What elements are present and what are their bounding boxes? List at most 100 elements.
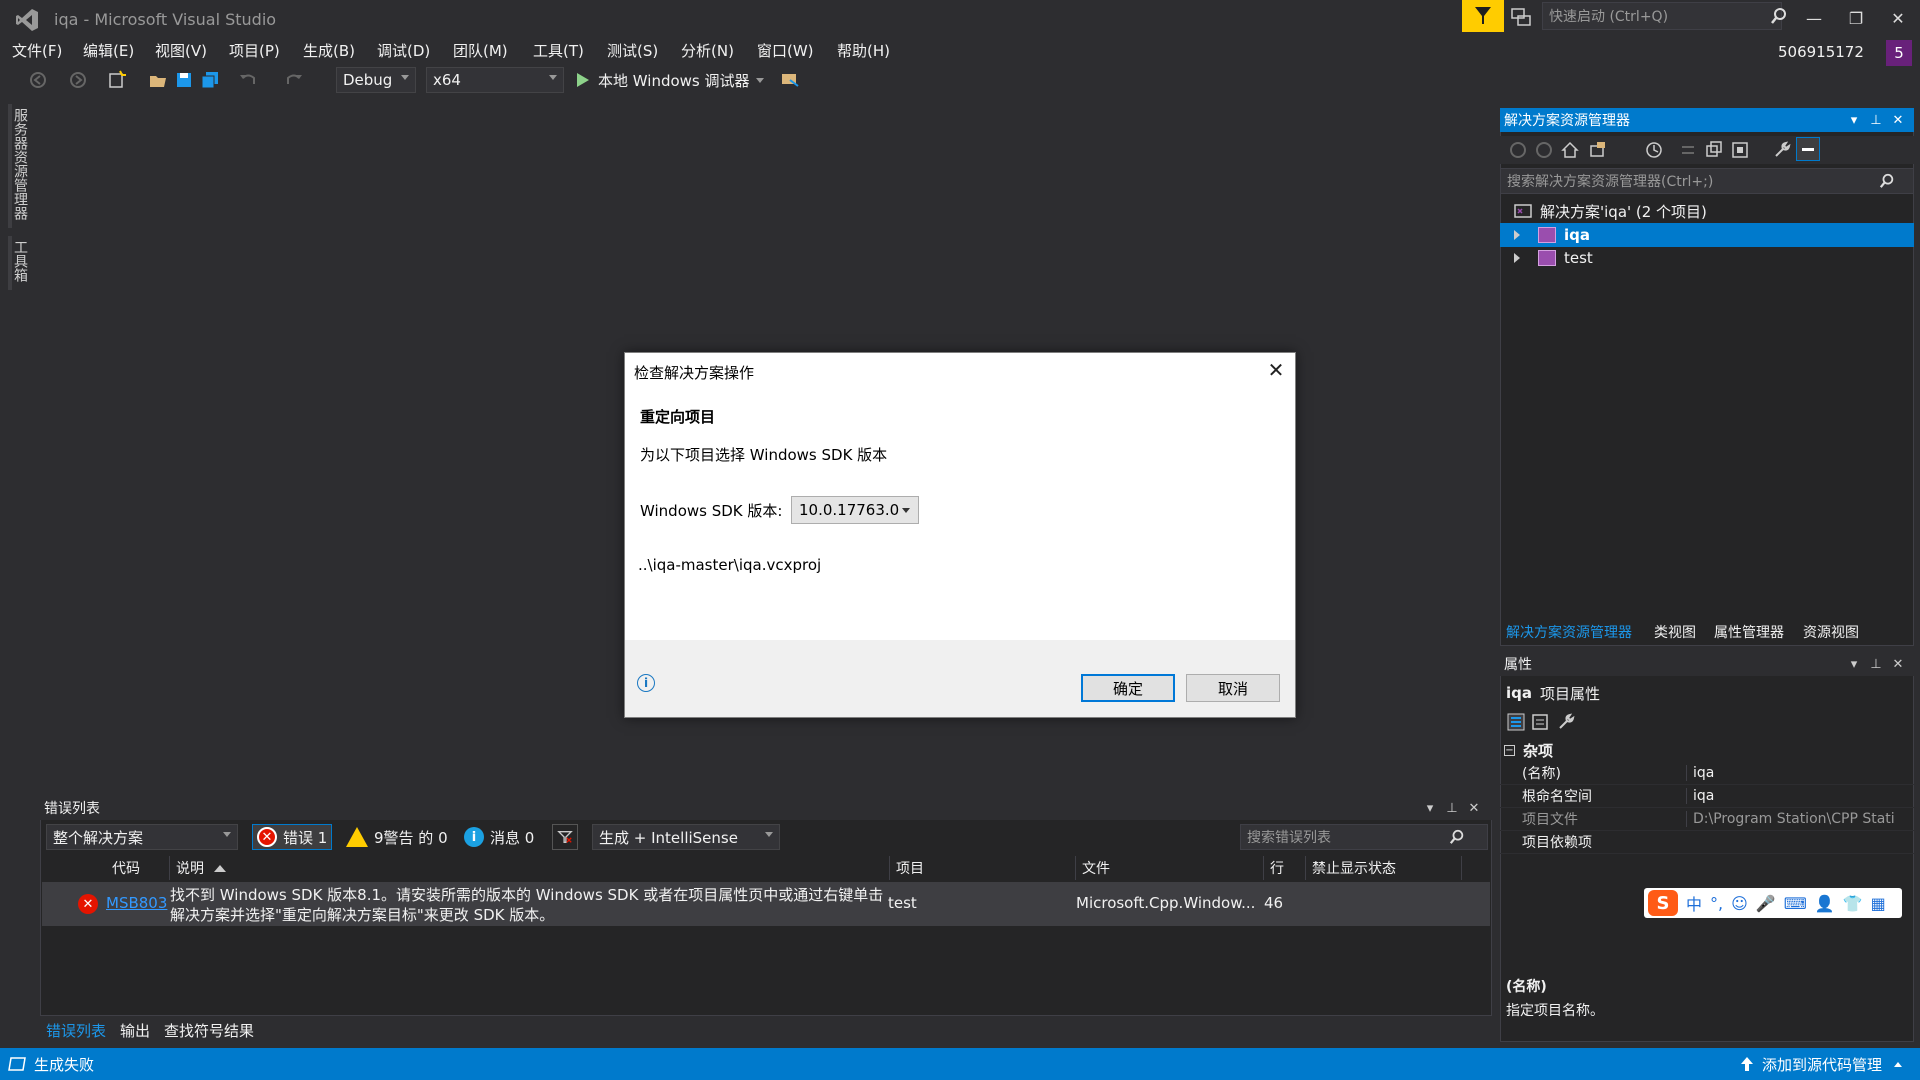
close-icon[interactable]: ✕: [1888, 652, 1908, 676]
property-value[interactable]: iqa: [1686, 765, 1914, 781]
ime-emoji-icon[interactable]: ☺: [1731, 894, 1748, 913]
window-position-icon[interactable]: ▾: [1844, 652, 1864, 676]
tab-output[interactable]: 输出: [120, 1020, 150, 1041]
collapse-all-icon[interactable]: [1704, 140, 1724, 160]
property-category[interactable]: − 杂项: [1504, 740, 1553, 761]
warnings-filter-button[interactable]: 9警告 的 0: [342, 824, 452, 850]
properties-wrench-icon[interactable]: [1772, 140, 1792, 160]
errors-filter-button[interactable]: ✕ 错误 1: [252, 824, 333, 850]
notification-flag-icon[interactable]: [1462, 0, 1504, 32]
tab-class-view[interactable]: 类视图: [1654, 622, 1696, 642]
column-header-suppression[interactable]: 禁止显示状态: [1306, 856, 1462, 880]
ime-toolbox-icon[interactable]: ▦: [1871, 894, 1886, 913]
window-position-icon[interactable]: ▾: [1420, 796, 1440, 820]
server-explorer-tab[interactable]: 服务器资源管理器: [8, 104, 30, 228]
expand-arrow-icon[interactable]: [1514, 253, 1520, 263]
column-header-description[interactable]: 说明: [170, 856, 890, 880]
menu-view[interactable]: 视图(V): [155, 40, 207, 61]
column-header-line[interactable]: 行: [1264, 856, 1306, 880]
error-code-link[interactable]: MSB803: [106, 894, 167, 912]
tab-resource-view[interactable]: 资源视图: [1803, 622, 1859, 642]
pin-icon[interactable]: ⊥: [1442, 796, 1462, 820]
ime-punctuation-icon[interactable]: °,: [1710, 894, 1723, 913]
property-row[interactable]: 项目文件 D:\Program Station\CPP Stati: [1500, 808, 1914, 831]
expand-arrow-icon[interactable]: [1514, 230, 1520, 240]
tab-find-symbol-results[interactable]: 查找符号结果: [164, 1020, 254, 1041]
project-node-iqa[interactable]: iqa: [1500, 223, 1914, 247]
chevron-up-icon[interactable]: [1894, 1062, 1902, 1067]
sogou-logo-icon[interactable]: S: [1648, 890, 1678, 916]
back-icon[interactable]: [1508, 140, 1528, 160]
property-pages-icon[interactable]: [1530, 712, 1550, 732]
quick-launch-input[interactable]: 快速启动 (Ctrl+Q): [1542, 2, 1782, 30]
menu-edit[interactable]: 编辑(E): [83, 40, 134, 61]
ime-keyboard-icon[interactable]: ⌨: [1784, 894, 1807, 913]
menu-help[interactable]: 帮助(H): [837, 40, 890, 61]
error-scope-select[interactable]: 整个解决方案: [46, 824, 238, 850]
menu-test[interactable]: 测试(S): [607, 40, 658, 61]
ime-skin-icon[interactable]: 👕: [1843, 894, 1863, 913]
minimize-button[interactable]: —: [1796, 4, 1832, 32]
dialog-close-button[interactable]: ✕: [1262, 356, 1290, 384]
window-position-icon[interactable]: ▾: [1844, 108, 1864, 132]
tab-solution-explorer[interactable]: 解决方案资源管理器: [1506, 622, 1632, 642]
restore-button[interactable]: ❐: [1838, 4, 1874, 32]
save-all-icon[interactable]: [200, 70, 220, 90]
column-header-project[interactable]: 项目: [890, 856, 1076, 880]
menu-team[interactable]: 团队(M): [453, 40, 508, 61]
open-file-icon[interactable]: [148, 70, 168, 90]
menu-project[interactable]: 项目(P): [229, 40, 280, 61]
undo-icon[interactable]: [238, 70, 258, 90]
navigate-forward-icon[interactable]: [68, 70, 88, 90]
cancel-button[interactable]: 取消: [1186, 674, 1280, 702]
project-node-test[interactable]: test: [1500, 246, 1914, 270]
sdk-version-select[interactable]: 10.0.17763.0: [791, 496, 919, 524]
preview-selected-items-button[interactable]: [1796, 137, 1820, 161]
collapse-icon[interactable]: −: [1504, 745, 1515, 756]
close-window-button[interactable]: ✕: [1880, 4, 1916, 32]
property-value[interactable]: D:\Program Station\CPP Stati: [1686, 811, 1914, 827]
avatar[interactable]: 5: [1886, 40, 1912, 66]
tab-error-list[interactable]: 错误列表: [46, 1020, 106, 1041]
feedback-icon[interactable]: [1510, 6, 1532, 28]
menu-tools[interactable]: 工具(T): [533, 40, 584, 61]
save-icon[interactable]: [174, 70, 194, 90]
property-row[interactable]: 根命名空间 iqa: [1500, 785, 1914, 808]
categorized-icon[interactable]: [1506, 712, 1526, 732]
home-icon[interactable]: [1560, 140, 1580, 160]
start-debugging-button[interactable]: 本地 Windows 调试器: [576, 67, 764, 93]
switch-views-icon[interactable]: [1588, 140, 1608, 160]
user-account[interactable]: 506915172: [1778, 43, 1864, 61]
ime-user-icon[interactable]: 👤: [1815, 894, 1835, 913]
menu-debug[interactable]: 调试(D): [377, 40, 430, 61]
redo-icon[interactable]: [284, 70, 304, 90]
pin-icon[interactable]: ⊥: [1866, 108, 1886, 132]
error-list-search-input[interactable]: 搜索错误列表: [1240, 824, 1488, 850]
add-to-source-control-button[interactable]: 添加到源代码管理: [1762, 1054, 1882, 1075]
search-icon[interactable]: [1449, 829, 1465, 845]
filter-toggle-button[interactable]: [552, 824, 578, 850]
pin-icon[interactable]: ⊥: [1866, 652, 1886, 676]
ok-button[interactable]: 确定: [1081, 674, 1175, 702]
solution-explorer-search-input[interactable]: 搜索解决方案资源管理器(Ctrl+;): [1500, 168, 1914, 194]
forward-icon[interactable]: [1534, 140, 1554, 160]
toolbox-tab[interactable]: 工具箱: [8, 236, 30, 290]
show-all-files-icon[interactable]: [1730, 140, 1750, 160]
messages-filter-button[interactable]: i 消息 0: [460, 824, 538, 850]
error-source-select[interactable]: 生成 + IntelliSense: [592, 824, 780, 850]
column-header-code[interactable]: 代码: [106, 856, 170, 880]
pending-changes-icon[interactable]: [1644, 140, 1664, 160]
search-icon[interactable]: [1770, 7, 1788, 25]
ime-voice-icon[interactable]: 🎤: [1756, 894, 1776, 913]
solution-node[interactable]: 解决方案'iqa' (2 个项目): [1500, 199, 1914, 223]
menu-file[interactable]: 文件(F): [12, 40, 62, 61]
sync-icon[interactable]: [1678, 140, 1698, 160]
browser-link-icon[interactable]: [780, 70, 800, 90]
property-row[interactable]: 项目依赖项: [1500, 831, 1914, 854]
solution-configuration-select[interactable]: Debug: [336, 67, 416, 93]
solution-platform-select[interactable]: x64: [426, 67, 564, 93]
menu-window[interactable]: 窗口(W): [757, 40, 814, 61]
ime-chinese-mode[interactable]: 中: [1686, 891, 1702, 915]
property-value[interactable]: iqa: [1686, 788, 1914, 804]
info-icon[interactable]: i: [637, 674, 655, 692]
